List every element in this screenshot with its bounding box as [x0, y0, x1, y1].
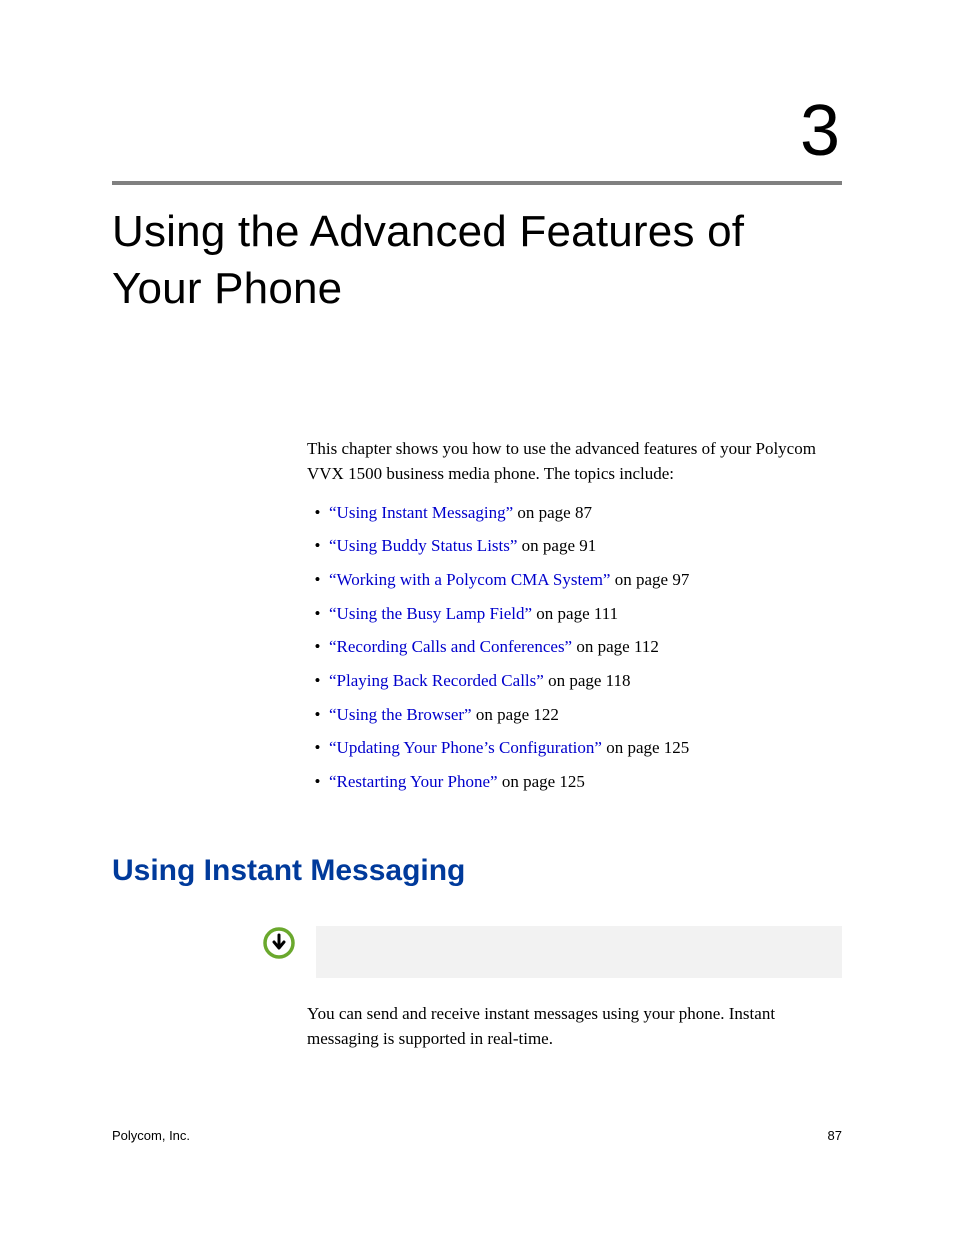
xref-page: on page 118 — [544, 671, 631, 690]
list-item: “Using Instant Messaging” on page 87 — [329, 501, 842, 526]
chapter-title: Using the Advanced Features of Your Phon… — [112, 203, 842, 317]
xref-link[interactable]: “Restarting Your Phone” — [329, 772, 498, 791]
footer-left: Polycom, Inc. — [112, 1128, 190, 1143]
xref-page: on page 122 — [472, 705, 559, 724]
list-item: “Using the Browser” on page 122 — [329, 703, 842, 728]
note-callout — [262, 926, 842, 978]
xref-page: on page 112 — [572, 637, 659, 656]
chapter-rule — [112, 181, 842, 185]
xref-link[interactable]: “Recording Calls and Conferences” — [329, 637, 572, 656]
xref-page: on page 111 — [532, 604, 618, 623]
chapter-intro: This chapter shows you how to use the ad… — [307, 437, 842, 794]
body-paragraph: You can send and receive instant message… — [307, 1002, 842, 1051]
xref-link[interactable]: “Using Buddy Status Lists” — [329, 536, 517, 555]
xref-page: on page 91 — [517, 536, 596, 555]
xref-link[interactable]: “Using the Busy Lamp Field” — [329, 604, 532, 623]
list-item: “Using Buddy Status Lists” on page 91 — [329, 534, 842, 559]
list-item: “Recording Calls and Conferences” on pag… — [329, 635, 842, 660]
list-item: “Restarting Your Phone” on page 125 — [329, 770, 842, 795]
list-item: “Updating Your Phone’s Configuration” on… — [329, 736, 842, 761]
xref-link[interactable]: “Updating Your Phone’s Configuration” — [329, 738, 602, 757]
list-item: “Playing Back Recorded Calls” on page 11… — [329, 669, 842, 694]
xref-page: on page 125 — [498, 772, 585, 791]
footer-page-number: 87 — [828, 1128, 842, 1143]
xref-page: on page 97 — [610, 570, 689, 589]
list-item: “Working with a Polycom CMA System” on p… — [329, 568, 842, 593]
section-body: You can send and receive instant message… — [307, 1002, 842, 1051]
topic-list: “Using Instant Messaging” on page 87 “Us… — [307, 501, 842, 795]
xref-page: on page 125 — [602, 738, 689, 757]
xref-link[interactable]: “Playing Back Recorded Calls” — [329, 671, 544, 690]
xref-page: on page 87 — [513, 503, 592, 522]
list-item: “Using the Busy Lamp Field” on page 111 — [329, 602, 842, 627]
page-footer: Polycom, Inc. 87 — [112, 1128, 842, 1143]
xref-link[interactable]: “Working with a Polycom CMA System” — [329, 570, 610, 589]
chapter-number: 3 — [112, 95, 842, 167]
xref-link[interactable]: “Using the Browser” — [329, 705, 472, 724]
down-arrow-icon — [262, 926, 296, 960]
xref-link[interactable]: “Using Instant Messaging” — [329, 503, 513, 522]
note-box — [316, 926, 842, 978]
intro-paragraph: This chapter shows you how to use the ad… — [307, 437, 842, 486]
section-heading: Using Instant Messaging — [112, 854, 842, 888]
page: 3 Using the Advanced Features of Your Ph… — [0, 0, 954, 1235]
